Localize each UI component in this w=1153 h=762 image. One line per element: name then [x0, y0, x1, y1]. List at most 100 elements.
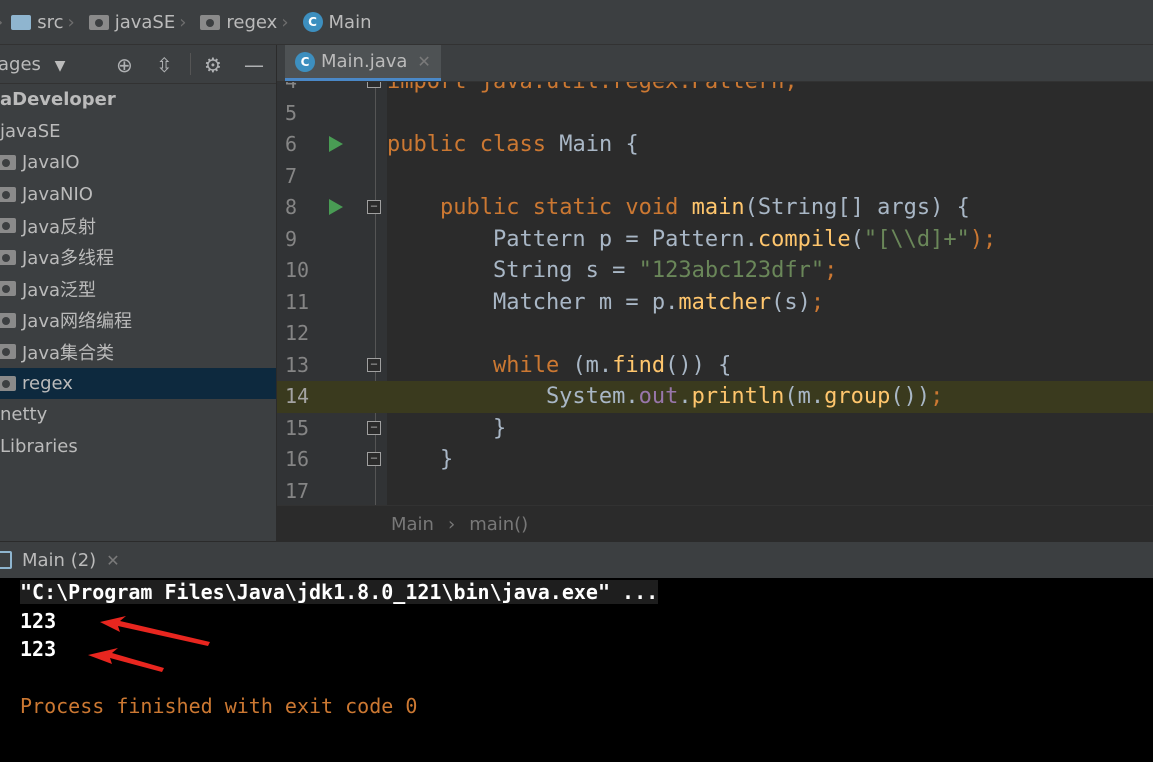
code-token: (s)	[771, 289, 811, 315]
tree-item-3[interactable]: JavaNIO	[0, 179, 276, 211]
package-icon	[0, 344, 16, 360]
code-line[interactable]: 7	[277, 161, 1153, 193]
code-token: .	[678, 384, 692, 409]
tree-item-label: JavaNIO	[22, 183, 93, 205]
code-text: import java.util.regex.Pattern;	[387, 82, 798, 98]
code-token: (	[850, 226, 864, 252]
code-line[interactable]: 17	[277, 476, 1153, 506]
line-number: 9	[285, 226, 298, 251]
tree-item-1[interactable]: javaSE	[0, 116, 276, 148]
code-editor[interactable]: 4−import java.util.regex.Pattern;56publi…	[277, 82, 1153, 505]
tree-item-label: Java网络编程	[22, 311, 133, 333]
code-line[interactable]: 8 − public static void main(String[] args…	[277, 192, 1153, 224]
code-token: matcher	[678, 289, 772, 315]
run-config-icon	[0, 551, 12, 569]
fold-toggle-icon[interactable]: −	[367, 420, 381, 435]
line-number: 10	[285, 258, 310, 282]
code-line[interactable]: 15 − }	[277, 413, 1153, 445]
code-line[interactable]: 11 Matcher m = p.matcher(s);	[277, 287, 1153, 319]
close-icon[interactable]: ✕	[417, 52, 430, 71]
code-token: String s =	[387, 258, 639, 283]
crumb-javase[interactable]: javaSE ›	[88, 12, 193, 33]
run-console[interactable]: "C:\Program Files\Java\jdk1.8.0_121\bin\…	[0, 578, 1153, 762]
line-number: 4	[285, 82, 315, 98]
code-line[interactable]: 12	[277, 318, 1153, 350]
breadcrumb-class[interactable]: Main	[391, 514, 434, 535]
package-icon	[0, 312, 16, 328]
class-icon: C	[302, 12, 323, 32]
tree-item-4[interactable]: Java反射	[0, 210, 276, 242]
view-selector[interactable]: ages ▼	[0, 54, 65, 75]
collapse-all-icon[interactable]: ⇳	[156, 53, 173, 77]
code-token: ;	[824, 258, 838, 283]
tree-item-10[interactable]: netty	[0, 399, 276, 431]
run-gutter-icon[interactable]	[329, 136, 343, 152]
tree-item-11[interactable]: Libraries	[0, 431, 276, 463]
tree-item-7[interactable]: Java网络编程	[0, 305, 276, 337]
tree-item-2[interactable]: JavaIO	[0, 147, 276, 179]
tree-item-label: Java多线程	[22, 248, 115, 270]
line-number: 11	[285, 289, 310, 314]
code-line[interactable]: 6 public class Main {	[277, 129, 1153, 161]
code-line[interactable]: 9 Pattern p = Pattern.compile("[\\d]+");	[277, 224, 1153, 256]
line-number: 8	[285, 195, 298, 219]
code-token: "[\\d]+"	[863, 226, 970, 252]
chevron-right-icon: ›	[0, 12, 3, 33]
code-line[interactable]: 5	[277, 98, 1153, 130]
code-line[interactable]: 10 String s = "123abc123dfr";	[277, 255, 1153, 287]
code-token: class	[479, 132, 560, 157]
crumb-src[interactable]: src ›	[11, 12, 80, 33]
breadcrumb-method[interactable]: main()	[469, 514, 528, 535]
chevron-right-icon: ›	[447, 513, 456, 535]
class-icon: C	[295, 51, 315, 72]
tree-item-0[interactable]: aDeveloper	[0, 84, 276, 116]
code-token: out	[638, 384, 679, 409]
line-number: 5	[285, 100, 298, 125]
tree-item-label: regex	[22, 372, 73, 394]
code-token: main	[691, 195, 745, 220]
fold-toggle-icon[interactable]: −	[367, 357, 381, 372]
package-icon	[0, 155, 16, 171]
code-token: static	[532, 195, 626, 220]
run-tab[interactable]: Main (2) ✕	[0, 550, 120, 571]
tree-item-label: Java泛型	[22, 279, 97, 301]
locate-icon[interactable]: ⊕	[116, 53, 133, 77]
toolbar-separator	[190, 53, 191, 75]
hide-icon[interactable]: —	[244, 53, 264, 77]
crumb-main[interactable]: C Main	[302, 12, 372, 33]
code-line[interactable]: 4 −import java.util.regex.Pattern;	[277, 82, 1153, 98]
code-token: compile	[757, 226, 851, 252]
console-line: 123	[20, 608, 57, 633]
tree-item-8[interactable]: Java集合类	[0, 336, 276, 368]
run-gutter-icon[interactable]	[329, 199, 343, 215]
package-icon	[0, 218, 16, 234]
code-token: ;	[930, 384, 944, 409]
code-line[interactable]: 16 − }	[277, 444, 1153, 476]
gear-icon[interactable]: ⚙	[204, 53, 222, 77]
tree-item-9[interactable]: regex	[0, 367, 276, 399]
console-line: 123	[20, 637, 57, 661]
code-token: Matcher m = p.	[387, 289, 679, 315]
fold-toggle-icon[interactable]: −	[367, 82, 381, 88]
editor-tab-bar: C Main.java ✕	[277, 45, 1153, 82]
editor-breadcrumb: Main › main()	[277, 505, 1153, 542]
tab-main-java[interactable]: C Main.java ✕	[285, 45, 441, 81]
line-number: 17	[285, 478, 310, 503]
line-number: 7	[285, 163, 298, 188]
package-icon	[0, 186, 16, 202]
code-line[interactable]: 13 − while (m.find()) {	[277, 350, 1153, 382]
code-token: System.	[387, 384, 639, 409]
fold-toggle-icon[interactable]: −	[367, 200, 381, 214]
crumb-regex[interactable]: regex ›	[200, 12, 294, 33]
code-token: group	[824, 384, 891, 409]
fold-toggle-icon[interactable]: −	[367, 452, 381, 466]
line-number: 16	[285, 447, 310, 471]
project-tree: aDeveloper javaSE JavaIO JavaNIO Java反射 Java多…	[0, 84, 276, 462]
code-token: (String[] args) {	[744, 195, 970, 220]
close-icon[interactable]: ✕	[106, 551, 119, 570]
code-token: public	[387, 132, 480, 157]
tree-item-6[interactable]: Java泛型	[0, 273, 276, 305]
tree-item-5[interactable]: Java多线程	[0, 242, 276, 274]
code-line[interactable]: 14 System.out.println(m.group());	[277, 381, 1153, 413]
code-text: Matcher m = p.matcher(s);	[387, 287, 824, 319]
